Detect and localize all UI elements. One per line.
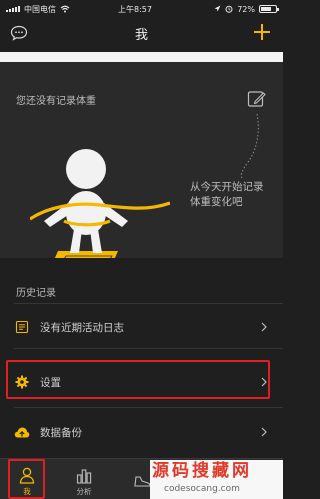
message-button[interactable] [8,22,30,44]
chevron-right-icon [259,376,269,388]
history-section-title: 历史记录 [16,288,56,299]
tab-me[interactable]: 我 [7,463,47,499]
list-icon [14,319,30,335]
tab-analysis[interactable]: 分析 [64,463,104,499]
edit-icon [247,91,266,107]
signal-icon [6,6,20,12]
status-bar: 中国电信 上午8:57 72% [0,0,283,18]
divider-strip [0,52,283,62]
watermark: 源码搜藏网 codesocang.com [150,460,283,499]
gear-icon [14,374,30,390]
edit-weight-button[interactable] [247,89,267,109]
divider [14,407,283,408]
weight-headline: 您还没有记录体重 [16,96,96,107]
weight-card[interactable]: 您还没有记录体重 从今天开始记录体重变化吧 [0,62,283,269]
chat-bubble-icon [10,25,28,41]
activity-log-row[interactable]: 没有近期活动日志 [0,308,283,346]
alarm-icon [225,5,233,13]
location-icon [214,5,221,12]
figure-illustration [29,117,171,269]
hint-curve [240,114,259,179]
plus-icon [254,24,270,40]
divider [14,303,283,304]
nav-bar: 我 [0,18,283,48]
data-backup-label: 数据备份 [40,426,82,439]
status-left: 中国电信 [6,4,70,15]
chevron-right-icon [259,321,269,333]
wifi-icon [60,5,70,13]
data-backup-row[interactable]: 数据备份 [0,413,283,451]
carrier-label: 中国电信 [24,4,56,14]
settings-label: 设置 [40,376,61,389]
activity-log-label: 没有近期活动日志 [40,321,124,334]
add-button[interactable] [251,21,273,43]
watermark-title: 源码搜藏网 [152,461,252,481]
shoe-icon [132,471,152,491]
settings-row[interactable]: 设置 [0,363,283,401]
battery-percent: 72% [237,4,255,14]
tab-me-label: 我 [23,486,31,496]
status-right: 72% [214,4,279,14]
person-icon [17,466,37,486]
status-time: 上午8:57 [118,4,152,14]
weight-description: 从今天开始记录体重变化吧 [190,181,264,208]
chevron-right-icon [259,426,269,438]
page-title: 我 [134,27,148,43]
divider [14,348,283,349]
section-gap [0,258,283,272]
app-screen: 中国电信 上午8:57 72% 我 您还没有记录体重 从今天开始记录体重变化吧 … [0,0,283,499]
cloud-upload-icon [14,424,30,440]
bar-chart-icon [74,466,94,486]
watermark-url: codesocang.com [164,484,240,494]
tab-analysis-label: 分析 [76,486,92,496]
battery-icon [259,5,279,13]
